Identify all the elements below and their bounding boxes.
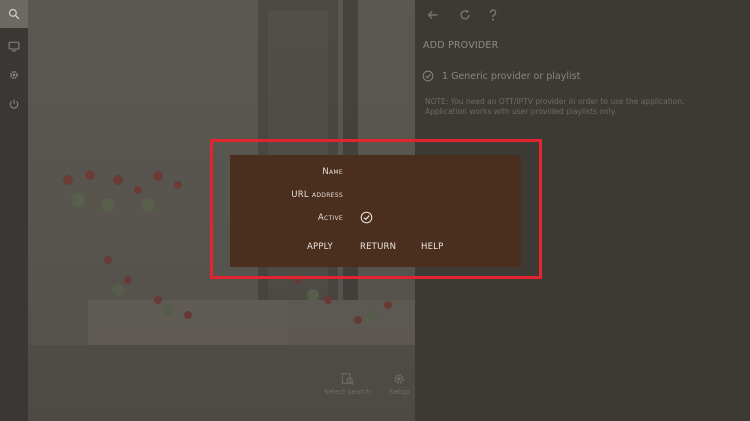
refresh-icon xyxy=(460,9,470,20)
highlight-box xyxy=(210,139,542,279)
check-circle-icon xyxy=(422,70,434,82)
note-line-1: NOTE: You need an OTT/IPTV provider in o… xyxy=(425,97,685,106)
select-search-label: Select search xyxy=(324,388,372,396)
select-search-button[interactable]: Select search xyxy=(324,372,371,396)
side-rail xyxy=(0,0,28,421)
rail-power-item[interactable] xyxy=(4,94,24,114)
refresh-button[interactable] xyxy=(456,6,474,24)
gear-icon xyxy=(394,374,404,384)
provider-option[interactable]: 1 Generic provider or playlist xyxy=(422,70,580,82)
rail-tv-item[interactable] xyxy=(4,36,24,56)
back-arrow-icon xyxy=(427,11,438,19)
back-button[interactable] xyxy=(424,6,442,24)
setup-label: Setup xyxy=(389,388,410,396)
rail-search-item[interactable] xyxy=(0,0,28,28)
gear-icon xyxy=(9,70,19,80)
rail-settings-item[interactable] xyxy=(4,65,24,85)
provider-label: 1 Generic provider or playlist xyxy=(442,70,581,82)
help-icon xyxy=(489,9,497,21)
search-icon xyxy=(8,8,20,20)
note-line-2: Application works with user provided pla… xyxy=(425,107,617,116)
provider-note: NOTE: You need an OTT/IPTV provider in o… xyxy=(425,97,725,117)
setup-button[interactable]: Setup xyxy=(389,372,409,396)
panel-title: ADD PROVIDER xyxy=(423,40,499,51)
power-icon xyxy=(9,99,19,109)
search-list-icon xyxy=(341,373,354,386)
help-button[interactable] xyxy=(484,6,502,24)
tv-icon xyxy=(8,41,20,52)
